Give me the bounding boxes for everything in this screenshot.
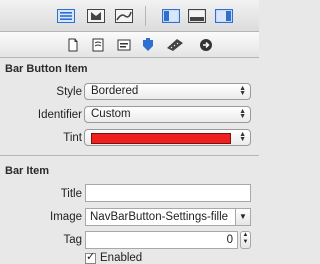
style-label: Style xyxy=(56,86,82,98)
identifier-select[interactable]: Custom ▲ ▼ xyxy=(84,106,251,123)
tag-field[interactable]: 0 xyxy=(85,231,238,249)
left-panel-icon[interactable] xyxy=(161,8,181,24)
enabled-checkbox[interactable]: ✓ xyxy=(85,251,96,264)
tint-label: Tint xyxy=(63,132,82,144)
title-label: Title xyxy=(60,188,82,200)
style-select[interactable]: Bordered ▲ ▼ xyxy=(84,83,251,100)
title-field[interactable] xyxy=(85,184,251,202)
stepper-arrows-icon: ▲ ▼ xyxy=(239,131,246,143)
style-value: Bordered xyxy=(91,85,139,97)
checkmark-icon: ✓ xyxy=(86,251,96,263)
bar-button-item-title: Bar Button Item xyxy=(5,63,88,75)
tint-color-select[interactable]: ▲ ▼ xyxy=(84,129,251,146)
identifier-label: Identifier xyxy=(37,109,82,121)
top-toolbar xyxy=(0,0,259,32)
bar-item-title: Bar Item xyxy=(5,165,50,177)
right-panel-icon[interactable] xyxy=(214,8,234,24)
enabled-label: Enabled xyxy=(100,252,143,264)
tag-label: Tag xyxy=(63,234,82,246)
tag-value: 0 xyxy=(226,234,233,246)
stepper-arrows-icon: ▲ ▼ xyxy=(239,108,246,120)
bottom-panel-icon[interactable] xyxy=(187,8,207,24)
library-icon[interactable] xyxy=(87,9,105,23)
size-ruler-icon[interactable] xyxy=(166,38,183,52)
image-combo[interactable]: NavBarButton-Settings-fille ▼ xyxy=(85,208,251,226)
tag-stepper[interactable]: ▲ ▼ xyxy=(240,231,251,249)
connections-arrow-icon[interactable] xyxy=(199,38,215,52)
diagonal-icon[interactable] xyxy=(115,9,133,23)
quick-help-icon[interactable] xyxy=(90,38,106,52)
toolbar-separator xyxy=(145,6,146,26)
identifier-value: Custom xyxy=(91,108,131,120)
list-lines-icon[interactable] xyxy=(57,9,75,23)
file-icon[interactable] xyxy=(65,38,81,52)
inspector-tab-bar xyxy=(0,32,259,58)
identity-icon[interactable] xyxy=(116,38,132,52)
section-divider xyxy=(0,155,259,156)
dropdown-arrow-icon[interactable]: ▼ xyxy=(235,209,250,225)
tint-color-swatch xyxy=(91,133,231,144)
image-value: NavBarButton-Settings-fille xyxy=(90,211,229,223)
stepper-arrows-icon: ▲ ▼ xyxy=(239,85,246,97)
image-label: Image xyxy=(50,211,82,223)
attributes-icon[interactable] xyxy=(140,38,156,52)
